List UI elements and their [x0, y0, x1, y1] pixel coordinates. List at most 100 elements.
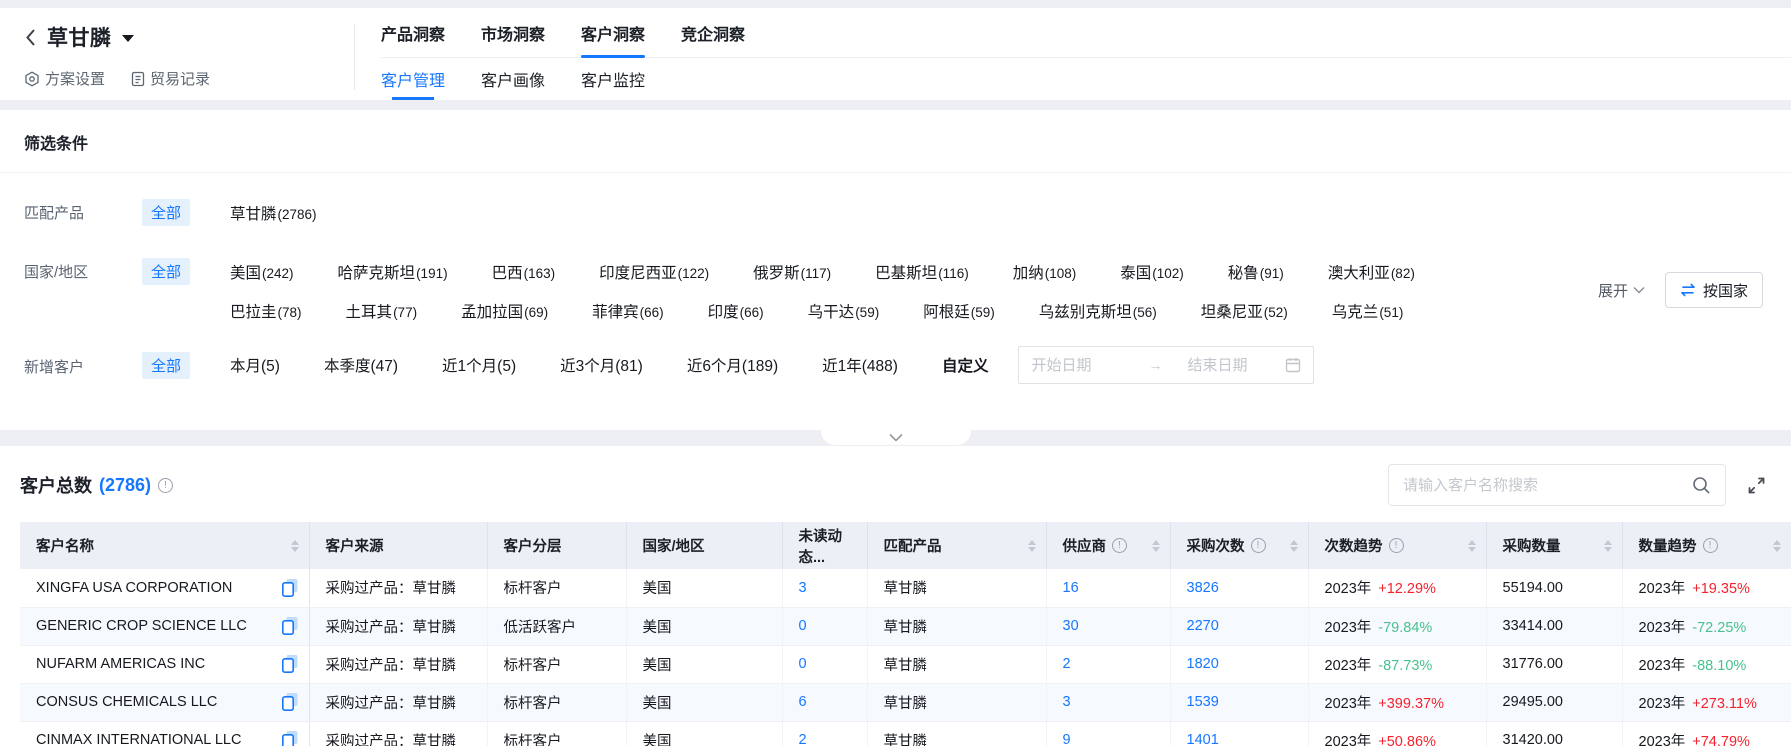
by-country-toggle-button[interactable]: 按国家 [1665, 272, 1763, 308]
table-row[interactable]: CINMAX INTERNATIONAL LLC 采购过产品：草甘膦 标杆客户 … [20, 721, 1791, 746]
customer-name[interactable]: GENERIC CROP SCIENCE LLC [36, 618, 247, 634]
purchase-count-link[interactable]: 2270 [1170, 607, 1308, 645]
trade-records-button[interactable]: 贸易记录 [131, 68, 210, 89]
country-option[interactable]: 巴拉圭(78) [230, 300, 302, 322]
end-date-input[interactable] [1187, 357, 1279, 374]
new-customer-all-chip[interactable]: 全部 [142, 352, 190, 379]
col-purchase-qty: 采购数量 [1486, 522, 1622, 569]
country-option[interactable]: 坦桑尼亚(52) [1201, 300, 1288, 322]
period-option[interactable]: 近1年(488) [822, 354, 898, 376]
trend-percent: +12.29% [1378, 581, 1436, 597]
info-icon[interactable]: ! [158, 478, 173, 493]
country-option[interactable]: 阿根廷(59) [923, 300, 995, 322]
period-option[interactable]: 近1个月(5) [442, 354, 516, 376]
custom-period-option[interactable]: 自定义 [942, 354, 989, 376]
sort-icon[interactable] [1773, 540, 1781, 552]
filter-row-product: 匹配产品 全部 草甘膦(2786) [24, 199, 1767, 226]
customer-name[interactable]: CINMAX INTERNATIONAL LLC [36, 732, 241, 746]
country-options-row-2: 巴拉圭(78) 土耳其(77) 孟加拉国(69) 菲律宾(66) 印度(66) … [230, 300, 1586, 322]
purchase-count-link[interactable]: 1401 [1170, 721, 1308, 746]
company-report-icon[interactable] [281, 730, 299, 746]
company-report-icon[interactable] [281, 692, 299, 712]
period-option[interactable]: 近6个月(189) [687, 354, 778, 376]
table-row[interactable]: NUFARM AMERICAS INC 采购过产品：草甘膦 标杆客户 美国 0 … [20, 645, 1791, 683]
fullscreen-icon[interactable] [1746, 475, 1767, 496]
suppliers-link[interactable]: 3 [1046, 683, 1170, 721]
tab-product-insight[interactable]: 产品洞察 [381, 21, 445, 45]
unread-count-link[interactable]: 2 [782, 721, 867, 746]
company-report-icon[interactable] [281, 616, 299, 636]
country-option[interactable]: 加纳(108) [1013, 261, 1077, 283]
tab-competitor-insight[interactable]: 竞企洞察 [681, 21, 745, 45]
period-option[interactable]: 本季度(47) [324, 354, 398, 376]
country-option[interactable]: 俄罗斯(117) [753, 261, 831, 283]
country-option[interactable]: 秘鲁(91) [1228, 261, 1284, 283]
suppliers-link[interactable]: 9 [1046, 721, 1170, 746]
suppliers-link[interactable]: 16 [1046, 569, 1170, 607]
country-option[interactable]: 泰国(102) [1120, 261, 1184, 283]
collapse-filter-button[interactable] [821, 429, 971, 445]
unread-count-link[interactable]: 0 [782, 645, 867, 683]
info-icon[interactable]: ! [1112, 538, 1127, 553]
country-option[interactable]: 巴基斯坦(116) [875, 261, 969, 283]
start-date-input[interactable] [1031, 357, 1123, 374]
company-report-icon[interactable] [281, 654, 299, 674]
info-icon[interactable]: ! [1251, 538, 1266, 553]
country-option[interactable]: 乌干达(59) [808, 300, 880, 322]
subtab-customer-profile[interactable]: 客户画像 [481, 58, 545, 100]
country-option[interactable]: 哈萨克斯坦(191) [338, 261, 448, 283]
unread-count-link[interactable]: 3 [782, 569, 867, 607]
country-option[interactable]: 印度尼西亚(122) [599, 261, 709, 283]
info-icon[interactable]: ! [1703, 538, 1718, 553]
company-report-icon[interactable] [281, 578, 299, 598]
sort-icon[interactable] [1152, 540, 1160, 552]
country-option[interactable]: 土耳其(77) [346, 300, 418, 322]
expand-countries-button[interactable]: 展开 [1598, 280, 1645, 301]
customer-name[interactable]: NUFARM AMERICAS INC [36, 656, 205, 672]
table-row[interactable]: GENERIC CROP SCIENCE LLC 采购过产品：草甘膦 低活跃客户… [20, 607, 1791, 645]
tab-customer-insight[interactable]: 客户洞察 [581, 21, 645, 45]
scheme-settings-button[interactable]: 方案设置 [24, 68, 105, 89]
info-icon[interactable]: ! [1389, 538, 1404, 553]
unread-count-link[interactable]: 0 [782, 607, 867, 645]
sort-icon[interactable] [1290, 540, 1298, 552]
country-all-chip[interactable]: 全部 [142, 258, 190, 285]
customer-layer: 标杆客户 [487, 645, 626, 683]
sort-icon[interactable] [1468, 540, 1476, 552]
back-button[interactable] [24, 28, 37, 47]
tab-market-insight[interactable]: 市场洞察 [481, 21, 545, 45]
country-option[interactable]: 乌克兰(51) [1332, 300, 1404, 322]
purchase-count-link[interactable]: 1820 [1170, 645, 1308, 683]
period-option[interactable]: 近3个月(81) [560, 354, 643, 376]
product-dropdown-caret-icon[interactable] [122, 35, 134, 42]
table-row[interactable]: CONSUS CHEMICALS LLC 采购过产品：草甘膦 标杆客户 美国 6… [20, 683, 1791, 721]
country-option[interactable]: 孟加拉国(69) [461, 300, 548, 322]
customer-name[interactable]: XINGFA USA CORPORATION [36, 580, 232, 596]
country-option[interactable]: 印度(66) [708, 300, 764, 322]
sort-icon[interactable] [1604, 540, 1612, 552]
subtab-customer-monitor[interactable]: 客户监控 [581, 58, 645, 100]
date-range-picker[interactable]: → [1018, 346, 1314, 384]
country-option[interactable]: 乌兹别克斯坦(56) [1039, 300, 1157, 322]
customer-search-input[interactable] [1403, 477, 1692, 494]
table-row[interactable]: XINGFA USA CORPORATION 采购过产品：草甘膦 标杆客户 美国… [20, 569, 1791, 607]
sort-icon[interactable] [1028, 540, 1036, 552]
country-option[interactable]: 巴西(163) [492, 261, 556, 283]
country-option[interactable]: 澳大利亚(82) [1328, 261, 1415, 283]
product-all-chip[interactable]: 全部 [142, 199, 190, 226]
purchase-count-link[interactable]: 1539 [1170, 683, 1308, 721]
suppliers-link[interactable]: 30 [1046, 607, 1170, 645]
subtab-customer-management[interactable]: 客户管理 [381, 58, 445, 100]
sort-icon[interactable] [291, 540, 299, 552]
country-option[interactable]: 美国(242) [230, 261, 294, 283]
product-option[interactable]: 草甘膦(2786) [230, 202, 317, 224]
unread-count-link[interactable]: 6 [782, 683, 867, 721]
country-option[interactable]: 菲律宾(66) [592, 300, 664, 322]
purchase-count-link[interactable]: 3826 [1170, 569, 1308, 607]
period-option[interactable]: 本月(5) [230, 354, 280, 376]
trend-year: 2023年 [1639, 734, 1686, 746]
customer-search-box[interactable] [1388, 464, 1726, 506]
suppliers-link[interactable]: 2 [1046, 645, 1170, 683]
customer-name[interactable]: CONSUS CHEMICALS LLC [36, 694, 217, 710]
search-icon[interactable] [1692, 476, 1711, 495]
